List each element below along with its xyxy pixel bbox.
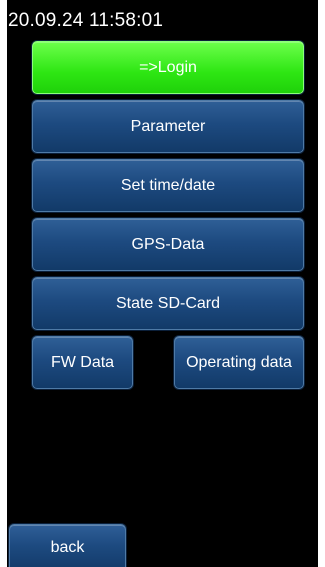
set-time-date-button[interactable]: Set time/date [32, 159, 304, 212]
datetime-display: 20.09.24 11:58:01 [8, 10, 164, 31]
login-button[interactable]: =>Login [32, 41, 304, 94]
gps-data-button[interactable]: GPS-Data [32, 218, 304, 271]
set-time-date-button-label: Set time/date [120, 176, 216, 194]
fw-data-button[interactable]: FW Data [32, 336, 133, 389]
gps-data-button-label: GPS-Data [131, 235, 205, 253]
back-button-label: back [50, 539, 85, 556]
device-screen: 20.09.24 11:58:01 =>Login Parameter Set … [7, 0, 318, 567]
operating-data-button[interactable]: Operating data [174, 336, 304, 389]
state-sd-card-button[interactable]: State SD-Card [32, 277, 304, 330]
operating-data-button-label: Operating data [186, 353, 292, 371]
fw-data-button-label: FW Data [50, 353, 115, 371]
state-sd-card-button-label: State SD-Card [115, 294, 221, 312]
parameter-button-label: Parameter [130, 117, 206, 135]
login-button-label: =>Login [139, 58, 197, 76]
parameter-button[interactable]: Parameter [32, 100, 304, 153]
back-button[interactable]: back [9, 524, 126, 567]
